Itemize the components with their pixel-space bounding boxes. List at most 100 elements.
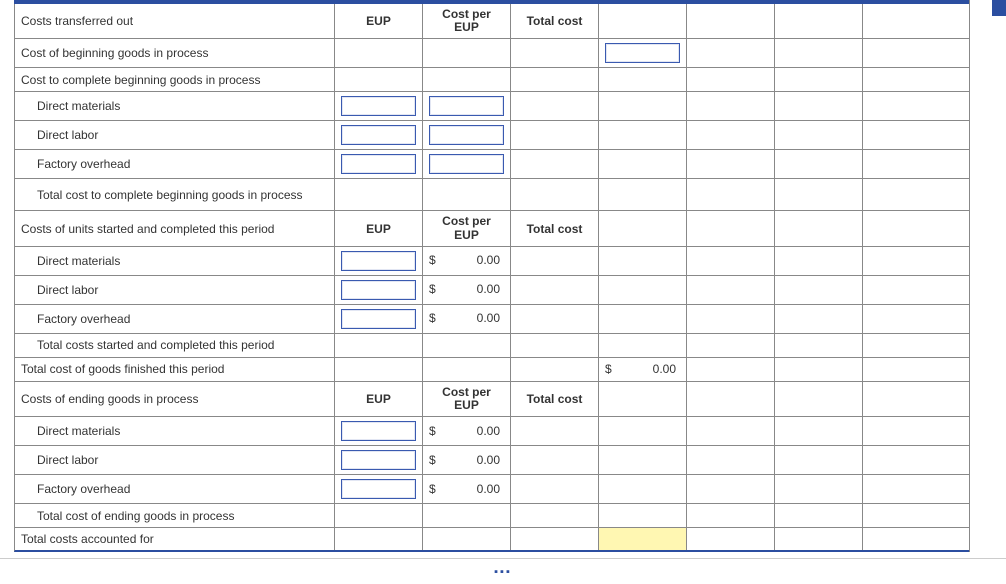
hdr-eup: EUP: [335, 4, 423, 38]
blank: [687, 68, 775, 91]
cell: [335, 276, 423, 304]
blank: [687, 417, 775, 445]
blank: [775, 417, 863, 445]
blank: [511, 305, 599, 333]
corner-accent: [992, 0, 1006, 16]
value-end-foh-cpe: $0.00: [429, 483, 504, 496]
blank: [863, 382, 969, 416]
blank: [863, 179, 969, 210]
blank: [863, 39, 969, 67]
cell: [423, 121, 511, 149]
blank: [863, 68, 969, 91]
label: Factory overhead: [15, 305, 335, 333]
blank: [775, 150, 863, 178]
blank: [687, 475, 775, 503]
cell: $0.00: [599, 358, 687, 381]
blank: [775, 528, 863, 550]
row-costs-transferred-out: Costs transferred out EUP Cost per EUP T…: [14, 4, 969, 39]
input-ctc-dm-cpe[interactable]: [429, 96, 504, 116]
input-sc-dm-eup[interactable]: [341, 251, 416, 271]
input-ctc-dl-cpe[interactable]: [429, 125, 504, 145]
blank: [511, 68, 599, 91]
input-ctc-foh-cpe[interactable]: [429, 154, 504, 174]
blank: [511, 504, 599, 527]
resize-handle-icon[interactable]: ▪▪▪: [494, 566, 512, 578]
blank: [599, 504, 687, 527]
blank: [423, 68, 511, 91]
label: Factory overhead: [15, 150, 335, 178]
blank: [775, 358, 863, 381]
label: Factory overhead: [15, 475, 335, 503]
hdr-total-cost: Total cost: [511, 211, 599, 245]
blank: [687, 4, 775, 38]
blank: [863, 92, 969, 120]
label: Total costs accounted for: [15, 528, 335, 550]
blank: [599, 276, 687, 304]
row-cost-beginning-gip: Cost of beginning goods in process: [14, 39, 969, 68]
blank: [599, 211, 687, 245]
blank: [599, 92, 687, 120]
row-ctc-dm: Direct materials: [14, 92, 969, 121]
cell: [335, 150, 423, 178]
blank: [687, 504, 775, 527]
input-sc-foh-eup[interactable]: [341, 309, 416, 329]
blank: [687, 39, 775, 67]
input-cost-beginning-gip[interactable]: [605, 43, 680, 63]
row-total-finished: Total cost of goods finished this period…: [14, 358, 969, 382]
blank: [687, 305, 775, 333]
blank: [775, 121, 863, 149]
cell: [335, 446, 423, 474]
hdr-total-cost: Total cost: [511, 382, 599, 416]
blank: [687, 121, 775, 149]
row-total-started-completed: Total costs started and completed this p…: [14, 334, 969, 358]
blank: [687, 446, 775, 474]
blank: [335, 68, 423, 91]
blank: [511, 39, 599, 67]
blank: [511, 92, 599, 120]
blank: [863, 417, 969, 445]
blank: [863, 358, 969, 381]
input-end-dm-eup[interactable]: [341, 421, 416, 441]
cell: [335, 305, 423, 333]
blank: [599, 382, 687, 416]
blank: [599, 247, 687, 275]
input-cell: [599, 39, 687, 67]
blank: [423, 334, 511, 357]
blank: [863, 334, 969, 357]
blank: [511, 446, 599, 474]
blank: [423, 39, 511, 67]
value-total-finished: $0.00: [605, 362, 680, 376]
cell: [335, 417, 423, 445]
row-costs-started-completed: Costs of units started and completed thi…: [14, 211, 969, 246]
label: Total cost to complete beginning goods i…: [15, 179, 335, 210]
label: Direct labor: [15, 276, 335, 304]
blank: [687, 528, 775, 550]
row-total-ending-gip: Total cost of ending goods in process: [14, 504, 969, 528]
blank: [687, 150, 775, 178]
blank: [863, 211, 969, 245]
cell: [335, 475, 423, 503]
label: Direct materials: [15, 247, 335, 275]
label: Direct materials: [15, 417, 335, 445]
label: Direct labor: [15, 446, 335, 474]
input-end-dl-eup[interactable]: [341, 450, 416, 470]
input-ctc-dl-eup[interactable]: [341, 125, 416, 145]
blank: [775, 211, 863, 245]
blank: [775, 334, 863, 357]
row-end-foh: Factory overhead $0.00: [14, 475, 969, 504]
hdr-cost-per-eup: Cost per EUP: [423, 382, 511, 416]
cell: $0.00: [423, 475, 511, 503]
blank: [687, 92, 775, 120]
blank: [423, 358, 511, 381]
input-end-foh-eup[interactable]: [341, 479, 416, 499]
cell: $0.00: [423, 417, 511, 445]
blank: [863, 528, 969, 550]
input-ctc-dm-eup[interactable]: [341, 96, 416, 116]
value-sc-foh-cpe: $0.00: [429, 312, 504, 325]
label: Costs of ending goods in process: [15, 382, 335, 416]
blank: [863, 446, 969, 474]
input-ctc-foh-eup[interactable]: [341, 154, 416, 174]
cell: [335, 247, 423, 275]
blank: [687, 211, 775, 245]
input-sc-dl-eup[interactable]: [341, 280, 416, 300]
